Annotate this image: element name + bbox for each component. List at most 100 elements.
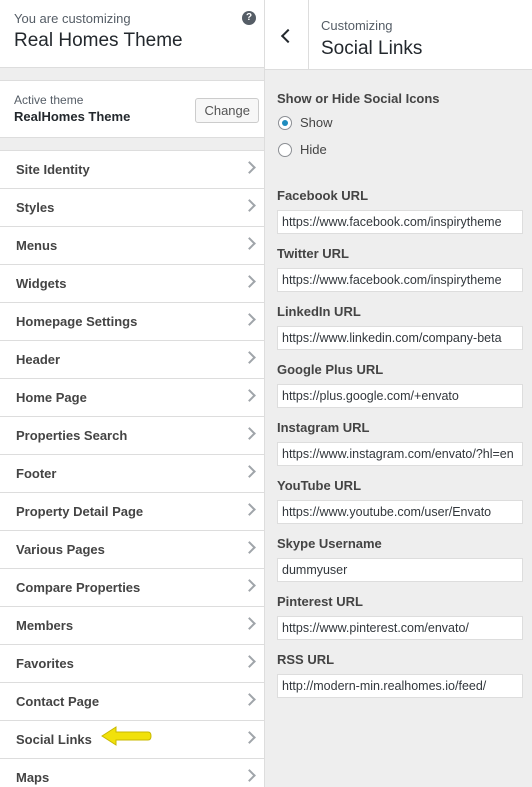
section-label: Footer: [16, 466, 57, 481]
twitter-url-field: Twitter URL https://www.facebook.com/ins…: [277, 246, 523, 292]
chevron-right-icon: [243, 579, 256, 592]
chevron-right-icon: [243, 769, 256, 782]
section-label: Site Identity: [16, 162, 90, 177]
section-item-footer[interactable]: Footer: [0, 455, 264, 493]
field-label: Facebook URL: [277, 188, 369, 203]
section-item-site-identity[interactable]: Site Identity: [0, 151, 264, 189]
section-item-homepage-settings[interactable]: Homepage Settings: [0, 303, 264, 341]
section-label: Property Detail Page: [16, 504, 144, 519]
change-theme-button[interactable]: Change: [195, 98, 259, 123]
section-label: Styles: [16, 200, 55, 215]
section-item-home-page[interactable]: Home Page: [0, 379, 264, 417]
chevron-right-icon: [243, 351, 256, 364]
linkedin-url-input[interactable]: https://www.linkedin.com/company-beta: [277, 326, 523, 350]
chevron-right-icon: [243, 275, 256, 288]
section-label: Menus: [16, 238, 58, 253]
section-list: Site Identity Styles Menus Widgets Homep…: [0, 150, 264, 787]
customizing-theme-title: Real Homes Theme: [14, 30, 183, 51]
section-item-favorites[interactable]: Favorites: [0, 645, 264, 683]
show-hide-title: Show or Hide Social Icons: [277, 91, 440, 106]
linkedin-url-field: LinkedIn URL https://www.linkedin.com/co…: [277, 304, 523, 350]
section-label: Various Pages: [16, 542, 105, 557]
radio-label: Hide: [300, 142, 327, 157]
chevron-right-icon: [243, 199, 256, 212]
section-label: Members: [16, 618, 74, 633]
customizer-info-header: You are customizing Real Homes Theme ?: [0, 0, 264, 68]
field-label: LinkedIn URL: [277, 304, 361, 319]
field-label: Instagram URL: [277, 420, 370, 435]
section-item-menus[interactable]: Menus: [0, 227, 264, 265]
panel-body: Show or Hide Social Icons Show Hide Face…: [265, 91, 532, 698]
skype-username-field: Skype Username dummyuser: [277, 536, 523, 582]
youtube-url-input[interactable]: https://www.youtube.com/user/Envato: [277, 500, 523, 524]
field-label: Google Plus URL: [277, 362, 384, 377]
chevron-right-icon: [243, 465, 256, 478]
google-plus-url-input[interactable]: https://plus.google.com/+envato: [277, 384, 523, 408]
pinterest-url-field: Pinterest URL https://www.pinterest.com/…: [277, 594, 523, 640]
field-label: Skype Username: [277, 536, 382, 551]
radio-label: Show: [300, 115, 333, 130]
chevron-right-icon: [243, 503, 256, 516]
section-item-property-detail-page[interactable]: Property Detail Page: [0, 493, 264, 531]
section-label: Widgets: [16, 276, 67, 291]
section-item-members[interactable]: Members: [0, 607, 264, 645]
section-item-various-pages[interactable]: Various Pages: [0, 531, 264, 569]
pinterest-url-input[interactable]: https://www.pinterest.com/envato/: [277, 616, 523, 640]
section-item-contact-page[interactable]: Contact Page: [0, 683, 264, 721]
customizer-sections-panel: You are customizing Real Homes Theme ? A…: [0, 0, 264, 787]
chevron-right-icon: [243, 161, 256, 174]
section-label: Social Links: [16, 732, 92, 747]
section-label: Homepage Settings: [16, 314, 138, 329]
section-label: Contact Page: [16, 694, 100, 709]
chevron-right-icon: [243, 427, 256, 440]
customizing-label: You are customizing: [14, 11, 131, 26]
section-item-compare-properties[interactable]: Compare Properties: [0, 569, 264, 607]
facebook-url-input[interactable]: https://www.facebook.com/inspirytheme: [277, 210, 523, 234]
section-label: Maps: [16, 770, 50, 785]
customizing-label: Customizing: [321, 18, 393, 33]
chevron-right-icon: [243, 617, 256, 630]
field-label: YouTube URL: [277, 478, 362, 493]
field-label: RSS URL: [277, 652, 335, 667]
section-label: Favorites: [16, 656, 74, 671]
social-links-panel: Customizing Social Links Show or Hide So…: [264, 0, 532, 787]
chevron-right-icon: [243, 731, 256, 744]
radio-option-show[interactable]: Show: [277, 115, 522, 130]
facebook-url-field: Facebook URL https://www.facebook.com/in…: [277, 188, 523, 234]
chevron-right-icon: [243, 693, 256, 706]
section-item-header[interactable]: Header: [0, 341, 264, 379]
youtube-url-field: YouTube URL https://www.youtube.com/user…: [277, 478, 523, 524]
rss-url-input[interactable]: http://modern-min.realhomes.io/feed/: [277, 674, 523, 698]
twitter-url-input[interactable]: https://www.facebook.com/inspirytheme: [277, 268, 523, 292]
section-item-widgets[interactable]: Widgets: [0, 265, 264, 303]
panel-header: Customizing Social Links: [265, 0, 532, 70]
rss-url-field: RSS URL http://modern-min.realhomes.io/f…: [277, 652, 523, 698]
panel-title: Social Links: [321, 38, 423, 59]
chevron-right-icon: [243, 237, 256, 250]
instagram-url-input[interactable]: https://www.instagram.com/envato/?hl=en: [277, 442, 523, 466]
help-icon[interactable]: ?: [242, 11, 256, 25]
skype-username-input[interactable]: dummyuser: [277, 558, 523, 582]
chevron-left-icon: [280, 28, 296, 44]
chevron-right-icon: [243, 541, 256, 554]
chevron-right-icon: [243, 655, 256, 668]
section-label: Header: [16, 352, 61, 367]
field-label: Pinterest URL: [277, 594, 363, 609]
chevron-right-icon: [243, 313, 256, 326]
radio-hide[interactable]: [278, 142, 292, 157]
google-plus-url-field: Google Plus URL https://plus.google.com/…: [277, 362, 523, 408]
section-item-styles[interactable]: Styles: [0, 189, 264, 227]
radio-option-hide[interactable]: Hide: [277, 142, 522, 157]
radio-show[interactable]: [278, 115, 292, 130]
field-label: Twitter URL: [277, 246, 349, 261]
section-item-properties-search[interactable]: Properties Search: [0, 417, 264, 455]
chevron-right-icon: [243, 389, 256, 402]
section-label: Compare Properties: [16, 580, 141, 595]
section-item-maps[interactable]: Maps: [0, 759, 264, 787]
active-theme-box: Active theme RealHomes Theme Change: [0, 80, 264, 138]
section-label: Properties Search: [16, 428, 128, 443]
section-label: Home Page: [16, 390, 87, 405]
annotation-arrow-icon: [101, 726, 152, 746]
instagram-url-field: Instagram URL https://www.instagram.com/…: [277, 420, 523, 466]
back-button[interactable]: [265, 0, 309, 70]
